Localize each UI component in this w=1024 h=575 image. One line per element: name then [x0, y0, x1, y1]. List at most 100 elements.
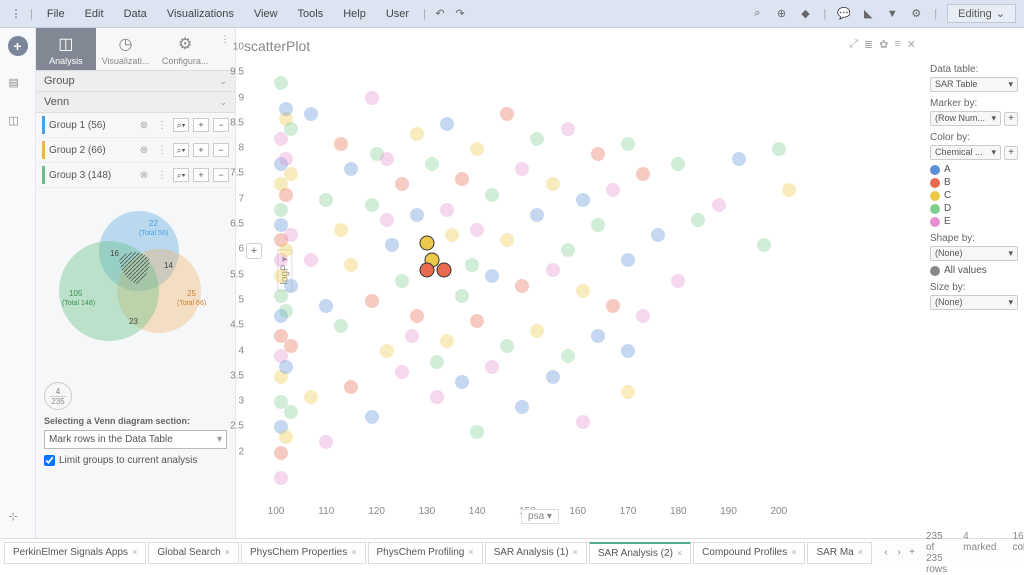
scatter-point[interactable]	[304, 253, 318, 267]
scatter-point[interactable]	[380, 152, 394, 166]
scatter-point[interactable]	[455, 375, 469, 389]
size-by-select[interactable]: (None)▾	[930, 295, 1018, 310]
marker-add-button[interactable]: +	[1004, 112, 1018, 126]
scatter-point[interactable]	[530, 324, 544, 338]
chart-bar-icon[interactable]: ◫	[9, 114, 27, 132]
list-icon[interactable]: ≣	[864, 38, 873, 51]
menu-icon[interactable]: ⋮	[155, 118, 169, 132]
add-button[interactable]: +	[8, 36, 28, 56]
scatter-point[interactable]	[591, 147, 605, 161]
scatter-point[interactable]	[304, 390, 318, 404]
scatter-point[interactable]	[284, 405, 298, 419]
shape-by-select[interactable]: (None)▾	[930, 246, 1018, 261]
page-tab[interactable]: SAR Analysis (2)×	[589, 542, 691, 564]
menu-tools[interactable]: Tools	[290, 6, 332, 22]
scatter-point[interactable]	[395, 177, 409, 191]
remove-icon[interactable]: ⊗	[137, 118, 151, 132]
scatter-point[interactable]	[365, 294, 379, 308]
menu-file[interactable]: File	[39, 6, 73, 22]
menu-edit[interactable]: Edit	[77, 6, 112, 22]
close-icon[interactable]: ×	[858, 547, 863, 557]
menu-visualizations[interactable]: Visualizations	[159, 6, 242, 22]
scatter-point-selected[interactable]	[419, 235, 434, 250]
scatter-point[interactable]	[279, 188, 293, 202]
scatter-point[interactable]	[344, 162, 358, 176]
page-tab[interactable]: Compound Profiles×	[693, 542, 805, 564]
menu-icon[interactable]: ⋮	[155, 143, 169, 157]
scatter-point[interactable]	[430, 390, 444, 404]
menu-help[interactable]: Help	[335, 6, 374, 22]
scatter-point[interactable]	[279, 360, 293, 374]
scatter-point[interactable]	[279, 304, 293, 318]
scatter-point[interactable]	[380, 344, 394, 358]
scatter-point[interactable]	[279, 102, 293, 116]
close-icon[interactable]: ×	[791, 547, 796, 557]
marker-by-select[interactable]: (Row Num...▾	[930, 111, 1001, 126]
scatter-point[interactable]	[304, 107, 318, 121]
page-tab[interactable]: PhysChem Properties×	[241, 542, 366, 564]
scatter-point[interactable]	[284, 279, 298, 293]
scatter-point[interactable]	[546, 177, 560, 191]
scatter-point[interactable]	[470, 425, 484, 439]
legend-item[interactable]: E	[930, 216, 1018, 227]
scatter-point[interactable]	[671, 274, 685, 288]
color-add-button[interactable]: +	[1004, 146, 1018, 160]
tab-visualization[interactable]: ◷Visualizati...	[96, 28, 156, 70]
scatter-point[interactable]	[410, 208, 424, 222]
scatter-point[interactable]	[500, 233, 514, 247]
scatter-point[interactable]	[279, 430, 293, 444]
scatter-point[interactable]	[576, 193, 590, 207]
menu-user[interactable]: User	[378, 6, 417, 22]
expand-icon[interactable]: ⤢	[849, 38, 858, 51]
scatter-point[interactable]	[334, 137, 348, 151]
minus-button[interactable]: −	[213, 118, 229, 132]
document-icon[interactable]: ▤	[9, 76, 27, 94]
scatter-point[interactable]	[561, 243, 575, 257]
scatter-point[interactable]	[274, 471, 288, 485]
tab-configuration[interactable]: ⚙Configura...	[155, 28, 215, 70]
undo-icon[interactable]: ↶	[432, 6, 448, 22]
remove-icon[interactable]: ⊗	[137, 143, 151, 157]
scatter-point[interactable]	[621, 385, 635, 399]
scatter-point[interactable]	[365, 410, 379, 424]
scatter-point[interactable]	[319, 299, 333, 313]
close-icon[interactable]: ✕	[907, 38, 916, 51]
page-tab[interactable]: Global Search×	[148, 542, 239, 564]
limit-groups-checkbox[interactable]: Limit groups to current analysis	[44, 455, 227, 466]
scatter-point-selected[interactable]	[419, 263, 434, 278]
scatter-point[interactable]	[365, 91, 379, 105]
menu-view[interactable]: View	[246, 6, 286, 22]
scatter-point[interactable]	[410, 309, 424, 323]
scatter-point[interactable]	[440, 334, 454, 348]
scatter-point[interactable]	[621, 253, 635, 267]
filter-button[interactable]: ⌕▾	[173, 118, 189, 132]
scatter-point[interactable]	[284, 122, 298, 136]
legend-item[interactable]: B	[930, 177, 1018, 188]
scatter-point[interactable]	[470, 314, 484, 328]
scatter-point[interactable]	[410, 127, 424, 141]
tree-icon[interactable]: ⊹	[9, 510, 27, 528]
scatter-point[interactable]	[445, 228, 459, 242]
scatter-point[interactable]	[319, 193, 333, 207]
scatter-point[interactable]	[430, 355, 444, 369]
close-icon[interactable]: ×	[351, 547, 356, 557]
unassigned-count[interactable]: 4235	[44, 382, 72, 410]
color-by-select[interactable]: Chemical ...▾	[930, 145, 1001, 160]
comment-icon[interactable]: 💬	[836, 6, 852, 22]
page-tab[interactable]: PhysChem Profiling×	[368, 542, 483, 564]
editing-mode-button[interactable]: Editing ⌄	[947, 4, 1016, 23]
scatter-point[interactable]	[621, 137, 635, 151]
scatter-point[interactable]	[334, 319, 348, 333]
gear-icon[interactable]: ⚙	[908, 6, 924, 22]
scatter-point[interactable]	[440, 203, 454, 217]
scatter-point[interactable]	[782, 183, 796, 197]
scatter-point[interactable]	[530, 208, 544, 222]
plus-button[interactable]: +	[193, 118, 209, 132]
scatter-point[interactable]	[606, 299, 620, 313]
minus-button[interactable]: −	[213, 168, 229, 182]
scatter-point[interactable]	[274, 76, 288, 90]
scatter-point[interactable]	[576, 284, 590, 298]
scatter-point[interactable]	[365, 198, 379, 212]
scatter-point[interactable]	[344, 380, 358, 394]
bookmark-icon[interactable]: ◣	[860, 6, 876, 22]
